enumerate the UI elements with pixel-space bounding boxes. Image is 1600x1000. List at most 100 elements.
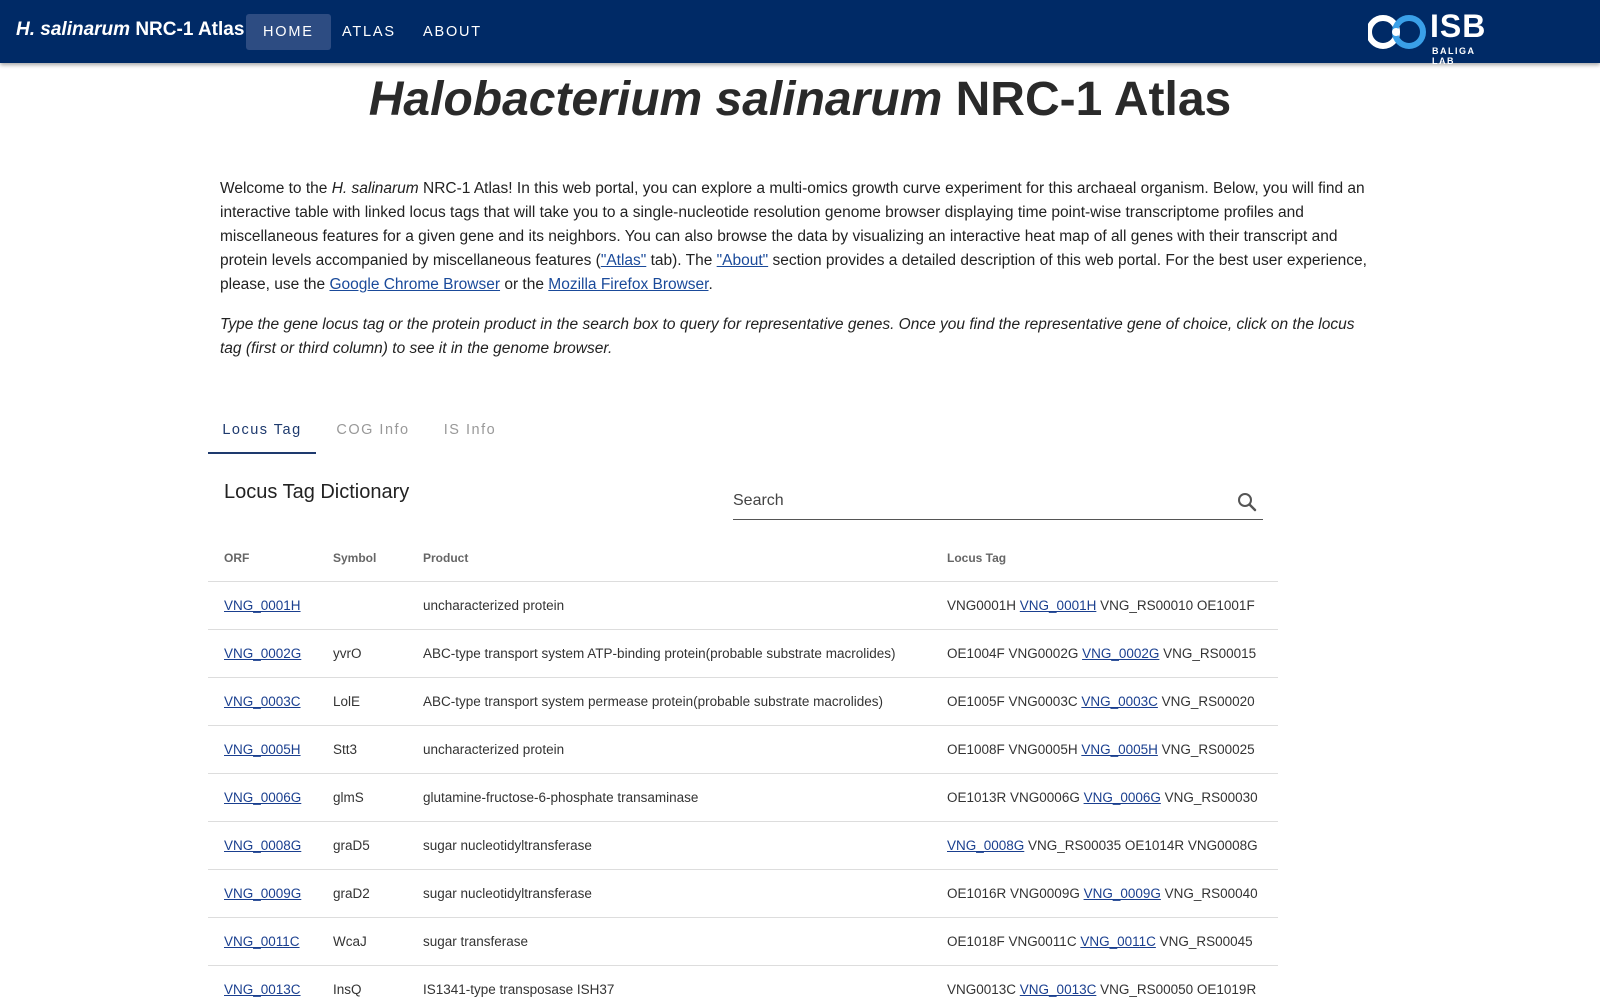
chrome-link[interactable]: Google Chrome Browser [329, 276, 500, 293]
intro-text: . [708, 276, 713, 293]
table-row: VNG_0001H uncharacterized protein VNG0001H… [208, 582, 1278, 630]
locus-tag-alias: VNG_RS00030 [1160, 790, 1258, 805]
symbol-cell: LolE [333, 694, 361, 709]
locus-tag-cell: VNG0001H VNG_0001H VNG_RS00010 OE1001F [947, 582, 1277, 629]
logo-subtext: BALIGA LAB [1432, 46, 1476, 66]
about-link[interactable]: "About" [717, 252, 769, 269]
product-cell: glutamine-fructose-6-phosphate transamin… [423, 790, 699, 805]
column-header-orf[interactable]: ORF [224, 535, 324, 581]
orf-link[interactable]: VNG_0002G [224, 646, 301, 661]
column-header-locus-tag[interactable]: Locus Tag [947, 535, 1277, 581]
column-header-product[interactable]: Product [423, 535, 943, 581]
atlas-link[interactable]: "Atlas" [601, 252, 646, 269]
locus-tag-link[interactable]: VNG_0008G [947, 838, 1024, 853]
symbol-cell: Stt3 [333, 742, 358, 757]
orf-cell: VNG_0011C [224, 918, 324, 965]
locus-tag-alias: VNG_RS00050 OE1019R [1096, 982, 1257, 997]
orf-link[interactable]: VNG_0009G [224, 886, 301, 901]
locus-tag-alias: OE1013R VNG0006G [947, 790, 1084, 805]
locus-tag-cell: OE1018F VNG0011C VNG_0011C VNG_RS00045 [947, 918, 1277, 965]
locus-tag-link[interactable]: VNG_0003C [1081, 694, 1158, 709]
locus-tag-alias: VNG_RS00035 OE1014R VNG0008G [1024, 838, 1258, 853]
product-cell: uncharacterized protein [423, 598, 565, 613]
symbol-cell [333, 582, 413, 629]
title-rest: NRC-1 Atlas [942, 73, 1232, 126]
app-brand[interactable]: H. salinarum NRC-1 Atlas [16, 19, 244, 41]
firefox-link[interactable]: Mozilla Firefox Browser [548, 276, 708, 293]
locus-tag-alias: VNG_RS00025 [1157, 742, 1255, 757]
orf-cell: VNG_0009G [224, 870, 324, 917]
table-header: ORF Symbol Product Locus Tag [208, 535, 1278, 582]
brand-italic: H. salinarum [16, 19, 131, 40]
symbol-cell: glmS [333, 790, 364, 805]
orf-link[interactable]: VNG_0005H [224, 742, 301, 757]
tab-cog-info[interactable]: COG Info [324, 406, 422, 454]
locus-tag-cell: OE1016R VNG0009G VNG_0009G VNG_RS00040 [947, 870, 1277, 917]
isb-logo-icon [1368, 15, 1426, 49]
nav-about[interactable]: About [406, 14, 499, 50]
product-cell: sugar nucleotidyltransferase [423, 838, 592, 853]
locus-tag-link[interactable]: VNG_0002G [1082, 646, 1159, 661]
orf-link[interactable]: VNG_0006G [224, 790, 301, 805]
table-row: VNG_0006G glmS glutamine-fructose-6-phosph… [208, 774, 1278, 822]
product-cell: uncharacterized protein [423, 742, 565, 757]
tab-locus-tag[interactable]: Locus Tag [208, 406, 316, 454]
locus-tag-link[interactable]: VNG_0005H [1081, 742, 1158, 757]
locus-tag-alias: VNG_RS00010 OE1001F [1096, 598, 1255, 613]
isb-logo[interactable]: ISB BALIGA LAB [1368, 8, 1500, 66]
search-icon[interactable] [1235, 490, 1259, 514]
orf-cell: VNG_0001H [224, 582, 324, 629]
product-cell: sugar nucleotidyltransferase [423, 886, 592, 901]
orf-cell: VNG_0005H [224, 726, 324, 773]
locus-tag-link[interactable]: VNG_0009G [1084, 886, 1161, 901]
orf-cell: VNG_0008G [224, 822, 324, 869]
symbol-cell: InsQ [333, 982, 362, 997]
orf-link[interactable]: VNG_0011C [224, 934, 300, 949]
locus-tag-alias: OE1018F VNG0011C [947, 934, 1081, 949]
table-row: VNG_0011C WcaJ sugar transferase OE1018F VN… [208, 918, 1278, 966]
locus-tag-cell: VNG_0008G VNG_RS00035 OE1014R VNG0008G [947, 822, 1277, 869]
product-cell: ABC-type transport system ATP-binding pr… [423, 646, 896, 661]
locus-tag-alias: VNG_RS00020 [1157, 694, 1255, 709]
orf-link[interactable]: VNG_0013C [224, 982, 301, 997]
brand-rest: NRC-1 Atlas [130, 19, 245, 40]
table-row: VNG_0008G graD5 sugar nucleotidyltransfera… [208, 822, 1278, 870]
locus-tag-cell: VNG0013C VNG_0013C VNG_RS00050 OE1019R [947, 966, 1277, 1000]
orf-cell: VNG_0006G [224, 774, 324, 821]
top-app-bar: H. salinarum NRC-1 Atlas Home Atlas Abou… [0, 0, 1600, 66]
orf-cell: VNG_0003C [224, 678, 324, 725]
table-row: VNG_0009G graD2 sugar nucleotidyltransfera… [208, 870, 1278, 918]
locus-tag-link[interactable]: VNG_0011C [1080, 934, 1156, 949]
orf-link[interactable]: VNG_0008G [224, 838, 301, 853]
tab-is-info[interactable]: IS Info [430, 406, 510, 454]
symbol-cell: graD5 [333, 838, 370, 853]
symbol-cell: graD2 [333, 886, 370, 901]
locus-tag-alias: VNG_RS00045 [1155, 934, 1253, 949]
search-box [733, 484, 1263, 520]
orf-link[interactable]: VNG_0001H [224, 598, 301, 613]
nav-home[interactable]: Home [246, 14, 331, 50]
table-row: VNG_0013C InsQ IS1341-type transposase ISH… [208, 966, 1278, 1000]
intro-paragraph: Welcome to the H. salinarum NRC-1 Atlas!… [220, 177, 1380, 297]
locus-tag-cell: OE1008F VNG0005H VNG_0005H VNG_RS00025 [947, 726, 1277, 773]
locus-tag-link[interactable]: VNG_0006G [1084, 790, 1161, 805]
orf-cell: VNG_0002G [224, 630, 324, 677]
nav-atlas[interactable]: Atlas [325, 14, 413, 50]
search-input[interactable] [733, 484, 1223, 518]
logo-text: ISB [1430, 8, 1487, 44]
intro-text: Welcome to the [220, 180, 332, 197]
product-cell: sugar transferase [423, 934, 529, 949]
search-hint: Type the gene locus tag or the protein p… [220, 316, 1355, 357]
product-cell: IS1341-type transposase ISH37 [423, 982, 615, 997]
locus-tag-link[interactable]: VNG_0001H [1020, 598, 1097, 613]
table-row: VNG_0005H Stt3 uncharacterized protein OE10… [208, 726, 1278, 774]
locus-tag-alias: OE1005F VNG0003C [947, 694, 1082, 709]
intro-text: or the [500, 276, 549, 293]
table-row: VNG_0003C LolE ABC-type transport system p… [208, 678, 1278, 726]
locus-tag-alias: VNG_RS00040 [1160, 886, 1258, 901]
orf-link[interactable]: VNG_0003C [224, 694, 301, 709]
column-header-symbol[interactable]: Symbol [333, 535, 413, 581]
intro-text: tab). The [646, 252, 717, 269]
locus-tag-link[interactable]: VNG_0013C [1020, 982, 1097, 997]
locus-tag-alias: VNG_RS00015 [1159, 646, 1257, 661]
